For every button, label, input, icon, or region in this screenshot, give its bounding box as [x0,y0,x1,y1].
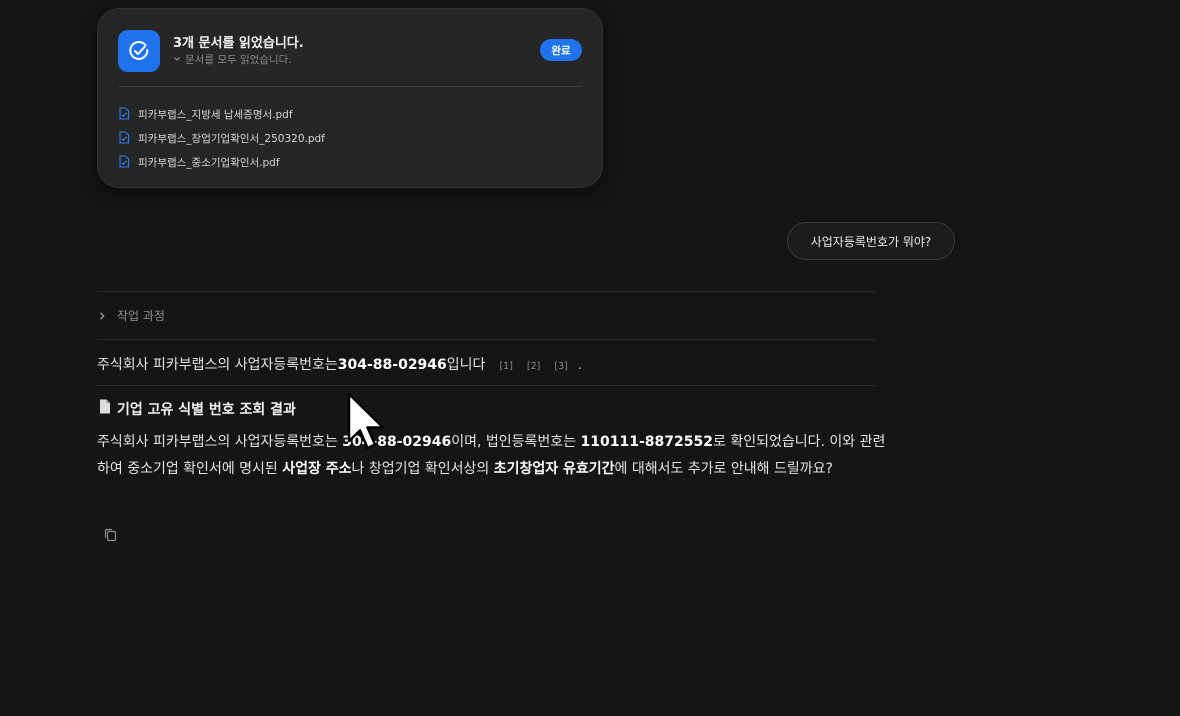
result-text: 이며, 법인등록번호는 [451,434,581,450]
file-item[interactable]: 피카부랩스_중소기업확인서.pdf [118,150,325,174]
page-icon [97,398,113,419]
result-heading-text: 기업 고유 식별 번호 조회 결과 [117,401,296,418]
documents-read-card: 3개 문서를 읽었습니다. 문서를 모두 읽었습니다. 완료 피카부랩스_지방세… [97,8,603,188]
divider [97,339,875,340]
sentence-end: . [577,358,582,372]
documents-read-subtitle: 문서를 모두 읽었습니다. [185,54,292,66]
result-text: 나 창업기업 확인서상의 [351,461,494,477]
citation-link[interactable]: [3] [554,361,567,372]
result-text: 주식회사 피카부랩스의 사업자등록번호는 [97,434,343,450]
document-check-icon [118,105,130,124]
divider [97,385,875,386]
work-process-label: 작업 과정 [117,308,165,323]
file-list: 피카부랩스_지방세 납세증명서.pdf 피카부랩스_창업기업확인서_250320… [118,102,325,174]
citation-link[interactable]: [1] [499,361,512,372]
file-item[interactable]: 피카부랩스_창업기업확인서_250320.pdf [118,126,325,150]
result-text: 에 대해서도 추가로 안내해 드릴까요? [614,461,833,477]
divider [97,291,875,292]
citation-link[interactable]: [2] [527,361,540,372]
business-number: 304-88-02946 [342,434,452,450]
documents-read-toggle[interactable]: 문서를 모두 읽었습니다. [173,52,292,67]
user-message-bubble: 사업자등록번호가 뭐야? [787,222,955,260]
answer-text: 주식회사 피카부랩스의 사업자등록번호는 [97,357,338,373]
result-paragraph: 주식회사 피카부랩스의 사업자등록번호는 304-88-02946이며, 법인등… [97,429,887,483]
corporate-number: 110111-8872552 [580,434,713,450]
answer-text-suffix: 입니다 [446,357,486,373]
chat-screen: 3개 문서를 읽었습니다. 문서를 모두 읽었습니다. 완료 피카부랩스_지방세… [0,0,1180,716]
result-heading: 기업 고유 식별 번호 조회 결과 [97,398,296,419]
chevron-right-icon [97,306,107,325]
document-check-icon [118,153,130,172]
file-name: 피카부랩스_창업기업확인서_250320.pdf [138,132,325,145]
copy-icon [101,528,121,549]
file-item[interactable]: 피카부랩스_지방세 납세증명서.pdf [118,102,325,126]
business-number: 304-88-02946 [337,357,447,373]
check-circle-icon [118,30,160,72]
emphasis-text: 사업장 주소 [282,461,352,477]
file-name: 피카부랩스_중소기업확인서.pdf [138,156,280,169]
divider [118,86,582,87]
emphasis-text: 초기창업자 유효기간 [493,461,615,477]
document-check-icon [118,129,130,148]
file-name: 피카부랩스_지방세 납세증명서.pdf [138,108,293,121]
copy-button[interactable] [101,525,121,545]
work-process-toggle[interactable]: 작업 과정 [97,303,165,327]
chevron-down-icon [173,54,181,66]
done-button[interactable]: 완료 [540,39,582,61]
documents-read-title: 3개 문서를 읽었습니다. [173,36,304,51]
answer-summary: 주식회사 피카부랩스의 사업자등록번호는 304-88-02946 입니다 [1… [97,354,582,374]
